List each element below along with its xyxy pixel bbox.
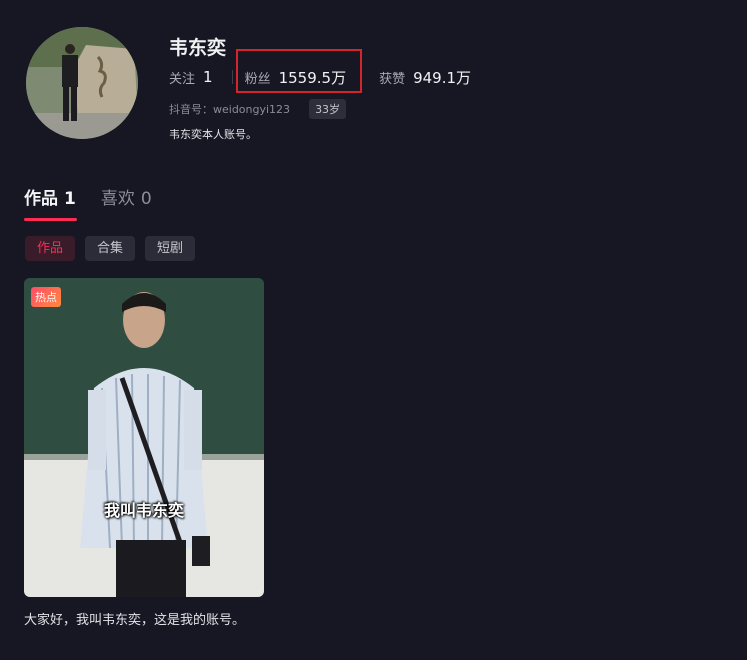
- likes-count: 949.1万: [413, 68, 472, 87]
- profile-name: 韦东奕: [169, 37, 227, 59]
- tab-works-label: 作品: [24, 189, 58, 209]
- active-tab-indicator: [24, 218, 77, 221]
- followers-label: 粉丝: [244, 71, 271, 87]
- followers-stat[interactable]: 粉丝 1559.5万: [245, 67, 347, 88]
- video-card[interactable]: 热点 我叫韦东奕: [24, 278, 264, 597]
- following-label: 关注: [169, 71, 196, 87]
- likes-stat: 获赞 949.1万: [379, 67, 471, 88]
- age-badge: 33岁: [309, 99, 347, 119]
- hot-badge: 热点: [31, 287, 61, 307]
- video-caption[interactable]: 大家好，我叫韦东奕，这是我的账号。: [24, 609, 245, 628]
- profile-stats: 关注 1 粉丝 1559.5万 获赞 949.1万: [169, 66, 471, 88]
- video-subtitle: 我叫韦东奕: [103, 501, 184, 520]
- filter-chip-collections[interactable]: 合集: [85, 236, 136, 261]
- stats-divider: [231, 70, 233, 84]
- profile-bio: 韦东奕本人账号。: [169, 128, 257, 141]
- avatar-image: [26, 27, 138, 139]
- profile-meta: 抖音号：weidongyi123 33岁: [169, 99, 347, 119]
- likes-label: 获赞: [379, 71, 406, 87]
- tab-likes-count: 0: [140, 189, 152, 209]
- douyin-id: 抖音号：weidongyi123: [169, 103, 291, 116]
- following-stat[interactable]: 关注 1: [169, 68, 213, 87]
- tab-works[interactable]: 作品 1: [24, 184, 76, 209]
- tab-works-count: 1: [64, 189, 76, 209]
- content-tabs: 作品 1 喜欢 0: [24, 184, 177, 209]
- video-thumbnail: [24, 278, 264, 597]
- profile-avatar[interactable]: [26, 27, 138, 139]
- tab-likes-label: 喜欢: [100, 189, 135, 209]
- filter-chip-short-dramas[interactable]: 短剧: [145, 236, 196, 261]
- following-count: 1: [203, 68, 213, 86]
- tab-likes[interactable]: 喜欢 0: [101, 184, 152, 209]
- followers-count: 1559.5万: [278, 68, 347, 87]
- filter-chips: 作品 合集 短剧: [25, 236, 205, 261]
- filter-chip-works[interactable]: 作品: [25, 236, 76, 261]
